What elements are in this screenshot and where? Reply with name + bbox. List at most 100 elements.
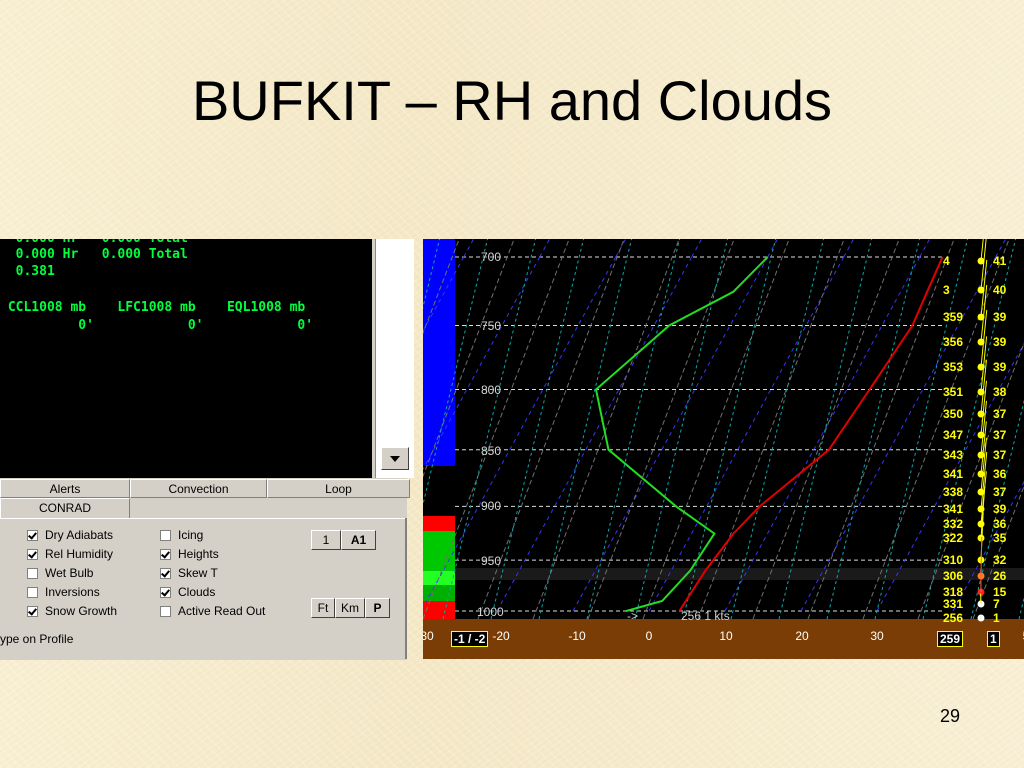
p-button[interactable]: P [365, 598, 390, 618]
wind-direction: 256 [943, 611, 964, 625]
wind-direction: 359 [943, 310, 964, 324]
mixing-ratio-line [586, 239, 681, 620]
wind-speed: 40 [993, 283, 1007, 297]
skew-t-label: Skew T [178, 566, 218, 580]
temp-label: 30 [870, 629, 884, 643]
wind-direction: 338 [943, 485, 964, 499]
dry-adiabat [807, 239, 955, 620]
dry-adiabat [587, 239, 735, 620]
temp-label: 20 [795, 629, 809, 643]
wind-direction: 353 [943, 360, 964, 374]
dry-adiabats-checkbox[interactable]: Dry Adiabats [27, 528, 113, 542]
checkbox-checked[interactable] [160, 586, 171, 598]
surface-wind-direction: 259 [937, 631, 964, 647]
wind-direction: 4 [943, 254, 950, 268]
scroll-down-button[interactable] [381, 447, 409, 470]
output-line: CCL1008 mb LFC1008 mb EQL1008 mb [0, 300, 306, 315]
text-output: 0.000 Hr 0.000 Total 0.000 Hr 0.000 Tota… [0, 239, 372, 478]
a1-button[interactable]: A1 [341, 530, 376, 550]
temp-label: 10 [719, 629, 733, 643]
wind-speed: 37 [993, 428, 1007, 442]
heights-checkbox[interactable]: Heights [160, 547, 219, 561]
clouds-checkbox[interactable]: Clouds [160, 585, 215, 599]
scrollbar[interactable] [375, 239, 414, 478]
tab-convection[interactable]: Convection [130, 479, 267, 498]
pressure-label-750: 750 [481, 319, 502, 333]
rh-column-red-2 [423, 601, 455, 619]
level-badge[interactable]: -1 / -2 [451, 631, 489, 647]
mixing-ratio-line [1018, 596, 1024, 620]
output-line: 0' 0' 0' [0, 318, 314, 333]
checkbox-checked[interactable] [160, 567, 171, 579]
skew-t-chart[interactable]: 700 750 800 850 900 950 1000 -> 256 1 kt… [423, 239, 1024, 659]
wind-speed: 39 [993, 335, 1007, 349]
type-on-profile-label: ype on Profile [0, 632, 74, 646]
tab-loop[interactable]: Loop [267, 479, 410, 498]
feet-button[interactable]: Ft [311, 598, 335, 618]
isotherm [539, 239, 551, 258]
active-read-out-checkbox[interactable]: Active Read Out [160, 604, 265, 618]
active-read-out-label: Active Read Out [178, 604, 266, 618]
isotherm [919, 239, 931, 258]
wind-speed: 35 [993, 531, 1007, 545]
heights-label: Heights [178, 547, 219, 561]
slide-number: 29 [939, 706, 961, 726]
checkbox-unchecked[interactable] [160, 529, 171, 541]
wind-speed: 37 [993, 407, 1007, 421]
mixing-ratio-line [730, 239, 825, 620]
control-panel: 0.000 Hr 0.000 Total 0.000 Hr 0.000 Tota… [0, 239, 414, 660]
temp-label: -30 [423, 629, 434, 643]
inversions-checkbox[interactable]: Inversions [27, 585, 100, 599]
wind-direction: 306 [943, 569, 964, 583]
isotherm [843, 239, 855, 258]
skew-t-checkbox[interactable]: Skew T [160, 566, 218, 580]
checkbox-checked[interactable] [27, 605, 38, 617]
checkbox-unchecked[interactable] [27, 586, 38, 598]
wind-barb [980, 284, 988, 343]
rel-humidity-label: Rel Humidity [45, 547, 114, 561]
tab-conrad[interactable]: CONRAD [0, 498, 130, 519]
checkbox-checked[interactable] [160, 548, 171, 560]
temp-label: -10 [568, 629, 586, 643]
wind-direction: 351 [943, 385, 964, 399]
dewpoint-line [594, 256, 769, 612]
wind-direction: 341 [943, 502, 964, 516]
skew-t-plot [423, 239, 1024, 659]
dry-adiabat [532, 239, 680, 620]
chevron-down-icon [390, 455, 400, 462]
wind-speed: 39 [993, 502, 1007, 516]
wind-speed: 7 [993, 597, 1000, 611]
icing-label: Icing [178, 528, 204, 542]
mixing-ratio-line [682, 239, 777, 620]
isotherm [800, 256, 997, 612]
wind-barbs [977, 239, 988, 622]
wind-speed: 1 [993, 611, 1000, 625]
wet-bulb-checkbox[interactable]: Wet Bulb [27, 566, 93, 580]
icing-checkbox[interactable]: Icing [160, 528, 203, 542]
checkbox-unchecked[interactable] [27, 567, 38, 579]
wind-direction: 332 [943, 517, 964, 531]
wind-speed: 39 [993, 310, 1007, 324]
rel-humidity-checkbox[interactable]: Rel Humidity [27, 547, 113, 561]
checkbox-checked[interactable] [27, 529, 38, 541]
snow-growth-label: Snow Growth [45, 604, 118, 618]
wind-direction: 310 [943, 553, 964, 567]
dry-adiabat [862, 239, 1010, 620]
tab-alerts[interactable]: Alerts [0, 479, 130, 498]
level-1-button[interactable]: 1 [311, 530, 341, 550]
checkbox-checked[interactable] [27, 548, 38, 560]
wind-speed: 37 [993, 485, 1007, 499]
checkbox-unchecked[interactable] [160, 605, 171, 617]
km-button[interactable]: Km [335, 598, 365, 618]
series-lines [594, 256, 944, 612]
pressure-label-700: 700 [481, 250, 502, 264]
output-line: 0.000 Hr 0.000 Total [0, 247, 188, 262]
rh-column-green [423, 531, 455, 571]
pressure-label-950: 950 [481, 554, 502, 568]
mixing-ratio-line [826, 239, 921, 620]
snow-growth-checkbox[interactable]: Snow Growth [27, 604, 117, 618]
dry-adiabats-label: Dry Adiabats [45, 528, 114, 542]
surface-wind-speed: 1 [987, 631, 1000, 647]
temperature-line [678, 256, 944, 612]
wind-direction: 341 [943, 467, 964, 481]
